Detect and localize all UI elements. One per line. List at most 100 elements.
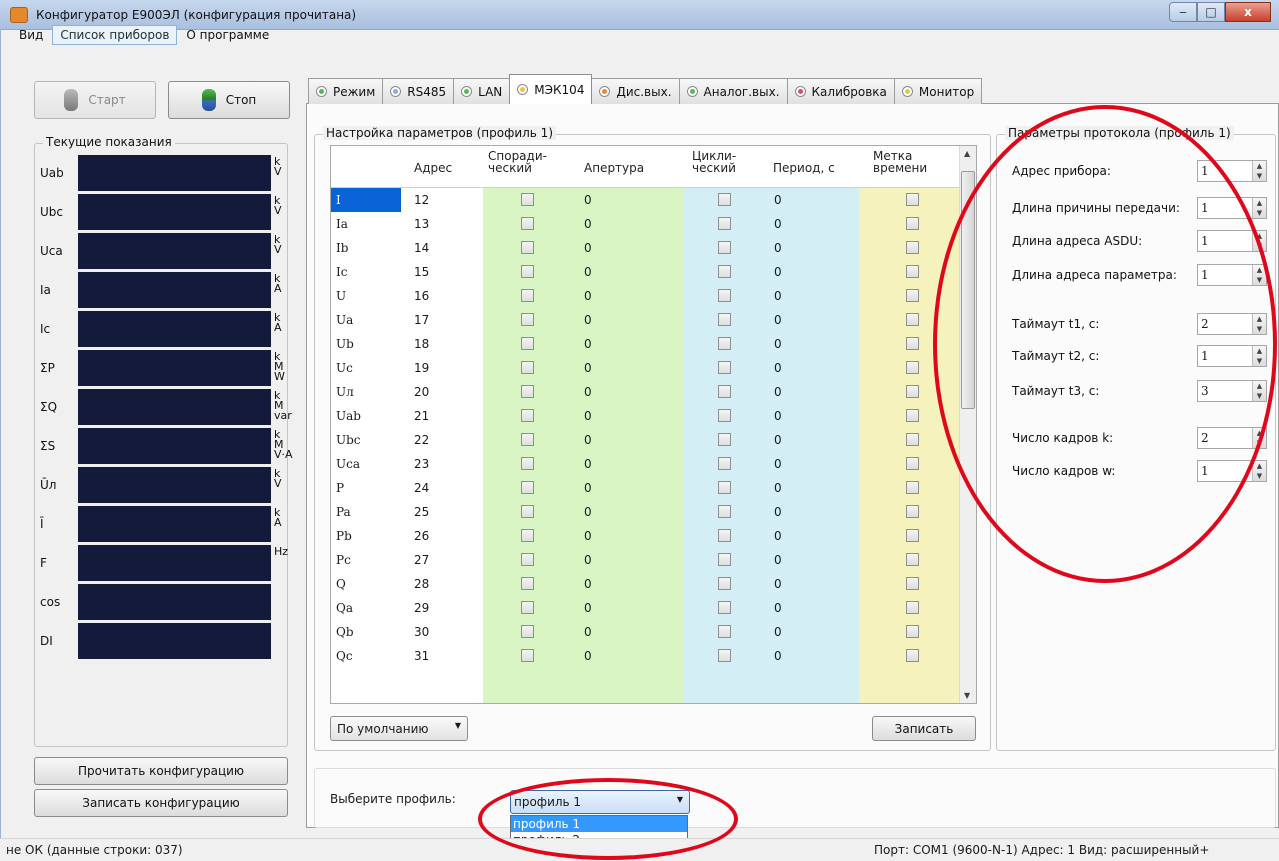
aperture-value[interactable]: 0 [584, 457, 592, 471]
aperture-value[interactable]: 0 [584, 601, 592, 615]
sporadic-checkbox[interactable] [521, 361, 534, 374]
param-address[interactable]: 17 [414, 313, 429, 327]
cyclic-checkbox[interactable] [718, 217, 731, 230]
param-address[interactable]: 28 [414, 577, 429, 591]
period-value[interactable]: 0 [774, 313, 782, 327]
cyclic-checkbox[interactable] [718, 241, 731, 254]
sporadic-checkbox[interactable] [521, 505, 534, 518]
menu-view[interactable]: Вид [12, 26, 50, 44]
timestamp-checkbox[interactable] [906, 505, 919, 518]
sporadic-checkbox[interactable] [521, 241, 534, 254]
field-spinner[interactable]: 1 ▲ ▼ [1197, 197, 1267, 219]
timestamp-checkbox[interactable] [906, 409, 919, 422]
timestamp-checkbox[interactable] [906, 241, 919, 254]
sporadic-checkbox[interactable] [521, 601, 534, 614]
period-value[interactable]: 0 [774, 457, 782, 471]
period-value[interactable]: 0 [774, 241, 782, 255]
param-address[interactable]: 16 [414, 289, 429, 303]
field-spinner[interactable]: 2 ▲ ▼ [1197, 427, 1267, 449]
table-row[interactable]: Q 28 0 0 [331, 572, 961, 596]
aperture-value[interactable]: 0 [584, 265, 592, 279]
maximize-button[interactable]: □ [1197, 2, 1225, 22]
sporadic-checkbox[interactable] [521, 457, 534, 470]
field-value[interactable]: 1 [1201, 234, 1209, 248]
aperture-value[interactable]: 0 [584, 625, 592, 639]
table-row[interactable]: Qc 31 0 0 [331, 644, 961, 668]
timestamp-checkbox[interactable] [906, 649, 919, 662]
period-value[interactable]: 0 [774, 409, 782, 423]
stop-button[interactable]: Стоп [168, 81, 290, 119]
field-value[interactable]: 1 [1201, 464, 1209, 478]
timestamp-checkbox[interactable] [906, 601, 919, 614]
aperture-value[interactable]: 0 [584, 409, 592, 423]
period-value[interactable]: 0 [774, 577, 782, 591]
table-row[interactable]: Ubc 22 0 0 [331, 428, 961, 452]
timestamp-checkbox[interactable] [906, 625, 919, 638]
period-value[interactable]: 0 [774, 217, 782, 231]
scroll-thumb[interactable] [961, 171, 975, 409]
sporadic-checkbox[interactable] [521, 529, 534, 542]
cyclic-checkbox[interactable] [718, 553, 731, 566]
aperture-value[interactable]: 0 [584, 241, 592, 255]
tab-8[interactable]: Монитор [893, 78, 983, 104]
table-row[interactable]: Ia 13 0 0 [331, 212, 961, 236]
param-address[interactable]: 20 [414, 385, 429, 399]
table-scrollbar[interactable]: ▲ ▼ [959, 146, 976, 703]
period-value[interactable]: 0 [774, 361, 782, 375]
param-address[interactable]: 25 [414, 505, 429, 519]
tab-1[interactable]: Режим [308, 78, 384, 104]
table-row[interactable]: Ua 17 0 0 [331, 308, 961, 332]
table-row[interactable]: U 16 0 0 [331, 284, 961, 308]
sporadic-checkbox[interactable] [521, 553, 534, 566]
timestamp-checkbox[interactable] [906, 481, 919, 494]
aperture-value[interactable]: 0 [584, 289, 592, 303]
sporadic-checkbox[interactable] [521, 289, 534, 302]
table-row[interactable]: I 12 0 0 [331, 188, 961, 212]
field-spinner[interactable]: 1 ▲ ▼ [1197, 230, 1267, 252]
cyclic-checkbox[interactable] [718, 313, 731, 326]
aperture-value[interactable]: 0 [584, 433, 592, 447]
sporadic-checkbox[interactable] [521, 481, 534, 494]
tab-2[interactable]: RS485 [382, 78, 455, 104]
sporadic-checkbox[interactable] [521, 193, 534, 206]
table-row[interactable]: Pb 26 0 0 [331, 524, 961, 548]
sporadic-checkbox[interactable] [521, 625, 534, 638]
field-spinner[interactable]: 1 ▲ ▼ [1197, 264, 1267, 286]
cyclic-checkbox[interactable] [718, 529, 731, 542]
table-row[interactable]: Qb 30 0 0 [331, 620, 961, 644]
cyclic-checkbox[interactable] [718, 625, 731, 638]
param-address[interactable]: 26 [414, 529, 429, 543]
period-value[interactable]: 0 [774, 601, 782, 615]
cyclic-checkbox[interactable] [718, 457, 731, 470]
table-row[interactable]: Ic 15 0 0 [331, 260, 961, 284]
timestamp-checkbox[interactable] [906, 529, 919, 542]
profile-select[interactable]: профиль 1 ▼ [510, 790, 690, 814]
spin-arrows-icon[interactable]: ▲ ▼ [1252, 381, 1266, 401]
table-row[interactable]: Uл 20 0 0 [331, 380, 961, 404]
field-spinner[interactable]: 3 ▲ ▼ [1197, 380, 1267, 402]
table-row[interactable]: Uca 23 0 0 [331, 452, 961, 476]
tab-5[interactable]: Дис.вых. [591, 78, 680, 104]
period-value[interactable]: 0 [774, 433, 782, 447]
tab-7[interactable]: Калибровка [786, 78, 895, 104]
tab-6[interactable]: Аналог.вых. [678, 78, 788, 104]
scroll-up-icon[interactable]: ▲ [964, 149, 970, 158]
timestamp-checkbox[interactable] [906, 553, 919, 566]
period-value[interactable]: 0 [774, 385, 782, 399]
param-address[interactable]: 27 [414, 553, 429, 567]
field-spinner[interactable]: 2 ▲ ▼ [1197, 313, 1267, 335]
param-address[interactable]: 14 [414, 241, 429, 255]
period-value[interactable]: 0 [774, 265, 782, 279]
sporadic-checkbox[interactable] [521, 265, 534, 278]
cyclic-checkbox[interactable] [718, 193, 731, 206]
period-value[interactable]: 0 [774, 505, 782, 519]
period-value[interactable]: 0 [774, 529, 782, 543]
spin-arrows-icon[interactable]: ▲ ▼ [1252, 428, 1266, 448]
field-spinner[interactable]: 1 ▲ ▼ [1197, 460, 1267, 482]
field-value[interactable]: 3 [1201, 384, 1209, 398]
aperture-value[interactable]: 0 [584, 385, 592, 399]
sporadic-checkbox[interactable] [521, 649, 534, 662]
table-row[interactable]: Ub 18 0 0 [331, 332, 961, 356]
field-value[interactable]: 2 [1201, 317, 1209, 331]
cyclic-checkbox[interactable] [718, 649, 731, 662]
